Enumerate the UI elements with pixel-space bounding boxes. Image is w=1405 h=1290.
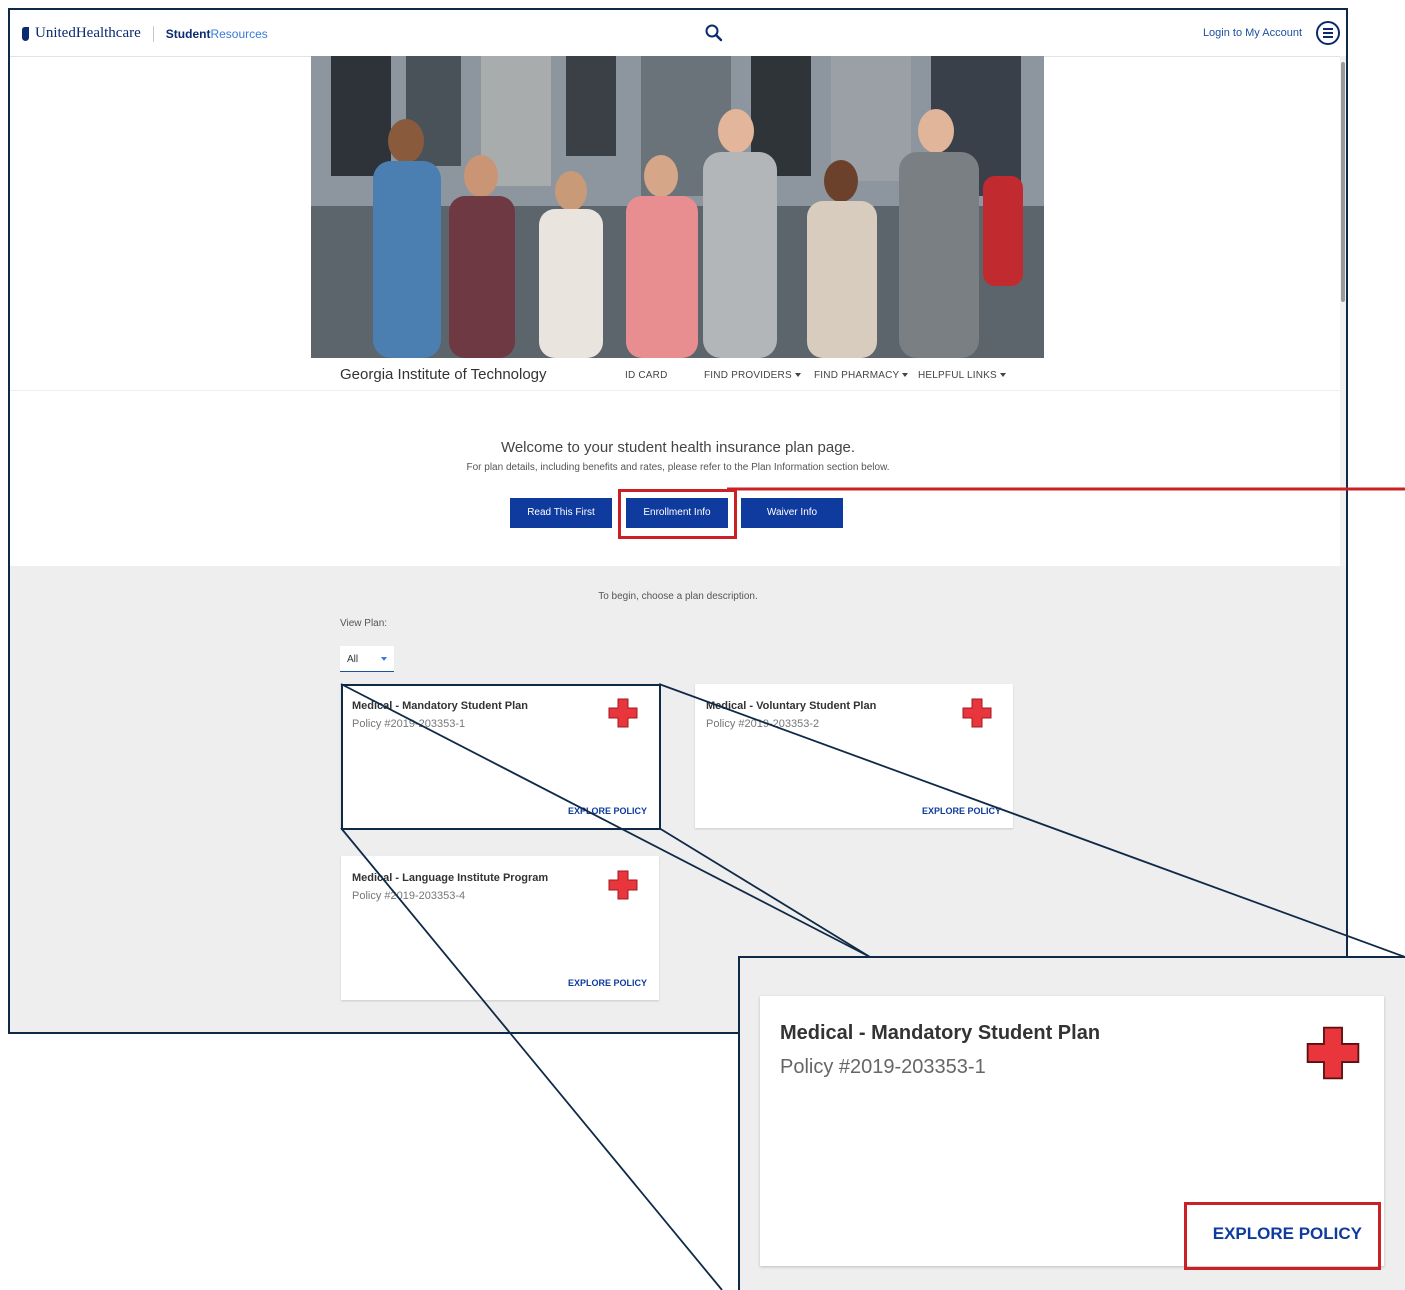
nav-find-providers[interactable]: FIND PROVIDERS bbox=[704, 370, 801, 381]
enrollment-highlight-box bbox=[618, 489, 737, 539]
nav-helpful-links-label: HELPFUL LINKS bbox=[918, 370, 997, 381]
nav-helpful-links[interactable]: HELPFUL LINKS bbox=[918, 370, 1006, 381]
sub-navigation: Georgia Institute of Technology ID CARD … bbox=[10, 360, 1346, 391]
student-resources-logo: StudentResources bbox=[166, 27, 268, 41]
waiver-info-button[interactable]: Waiver Info bbox=[741, 498, 843, 528]
logo-text: UnitedHealthcare bbox=[35, 25, 141, 41]
logo[interactable]: UnitedHealthcare StudentResources bbox=[22, 25, 268, 42]
browser-page: UnitedHealthcare StudentResources Login … bbox=[8, 8, 1348, 1034]
login-link[interactable]: Login to My Account bbox=[1203, 27, 1302, 39]
medical-cross-icon bbox=[962, 698, 992, 728]
medical-cross-icon bbox=[1306, 1026, 1360, 1080]
plan-card-title: Medical - Language Institute Program bbox=[352, 872, 549, 884]
top-header: UnitedHealthcare StudentResources Login … bbox=[10, 10, 1346, 57]
nav-find-providers-label: FIND PROVIDERS bbox=[704, 370, 792, 381]
zoom-callout: Medical - Mandatory Student Plan Policy … bbox=[738, 956, 1405, 1290]
begin-instruction: To begin, choose a plan description. bbox=[598, 591, 758, 602]
nav-find-pharmacy[interactable]: FIND PHARMACY bbox=[814, 370, 909, 381]
plan-card-title: Medical - Voluntary Student Plan bbox=[706, 700, 877, 712]
plan-card-language-institute[interactable]: Medical - Language Institute Program Pol… bbox=[341, 856, 659, 1000]
nav-find-pharmacy-label: FIND PHARMACY bbox=[814, 370, 900, 381]
explore-policy-link[interactable]: EXPLORE POLICY bbox=[568, 978, 647, 988]
nav-id-card[interactable]: ID CARD bbox=[625, 370, 668, 381]
scrollbar-thumb[interactable] bbox=[1341, 62, 1345, 302]
read-this-first-button[interactable]: Read This First bbox=[510, 498, 612, 528]
menu-icon[interactable] bbox=[1316, 21, 1340, 45]
students-photo bbox=[311, 56, 1044, 358]
zoom-source-box bbox=[341, 684, 661, 830]
zoomed-plan-title: Medical - Mandatory Student Plan bbox=[780, 1022, 1101, 1044]
hero-photo bbox=[311, 56, 1044, 358]
plan-filter-value: All bbox=[347, 654, 359, 665]
view-plan-label: View Plan: bbox=[340, 618, 388, 629]
plan-card-policy: Policy #2019-203353-4 bbox=[352, 890, 466, 902]
plan-details-text: For plan details, including benefits and… bbox=[466, 462, 890, 473]
search-icon[interactable] bbox=[704, 23, 724, 43]
uhc-shield-icon bbox=[22, 26, 29, 41]
welcome-heading: Welcome to your student health insurance… bbox=[500, 439, 856, 456]
logo-resources: Resources bbox=[210, 26, 268, 41]
plan-card-voluntary[interactable]: Medical - Voluntary Student Plan Policy … bbox=[695, 684, 1013, 828]
logo-divider bbox=[152, 25, 154, 42]
explore-policy-link[interactable]: EXPLORE POLICY bbox=[922, 806, 1001, 816]
caret-down-icon bbox=[999, 373, 1006, 378]
logo-student: Student bbox=[165, 26, 211, 41]
caret-down-icon bbox=[902, 373, 909, 378]
plan-filter-select[interactable]: All bbox=[340, 646, 394, 672]
plan-card-policy: Policy #2019-203353-2 bbox=[706, 718, 820, 730]
medical-cross-icon bbox=[608, 870, 638, 900]
caret-down-icon bbox=[794, 373, 801, 378]
school-name: Georgia Institute of Technology bbox=[340, 366, 547, 383]
zoomed-plan-policy: Policy #2019-203353-1 bbox=[780, 1056, 986, 1078]
dropdown-arrow-icon bbox=[381, 657, 387, 661]
explore-highlight-box bbox=[1184, 1202, 1381, 1270]
